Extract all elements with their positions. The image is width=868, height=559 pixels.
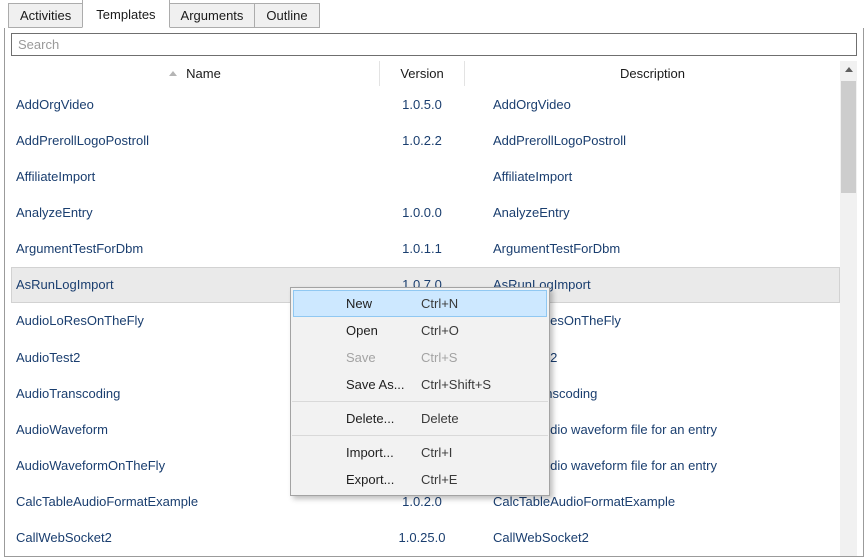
menu-item-label: Save [346,350,376,365]
cell-name: CalcTableAudioFormatExample [11,494,379,509]
cell-name: AddOrgVideo [11,97,379,112]
column-header-description-label: Description [620,66,685,81]
menu-item-export[interactable]: Export... Ctrl+E [293,466,547,493]
cell-version: 1.0.5.0 [379,97,465,112]
menu-item-label: Export... [346,472,394,487]
column-header-version[interactable]: Version [379,61,465,86]
tab-templates[interactable]: Templates [82,0,169,28]
cell-description: CallWebSocket2 [465,530,840,545]
tab-arguments[interactable]: Arguments [169,3,256,28]
cell-description: ArgumentTestForDbm [465,241,840,256]
column-header-name-label: Name [186,66,221,81]
menu-item-new[interactable]: New Ctrl+N [293,290,547,317]
column-header-name[interactable]: Name [11,61,379,86]
menu-separator [292,401,548,402]
cell-name: AnalyzeEntry [11,205,379,220]
cell-version: 1.0.25.0 [379,530,465,545]
grid-header: Name Version Description [11,61,840,86]
table-row[interactable]: AffiliateImport AffiliateImport [11,158,840,194]
cell-description: AnalyzeEntry [465,205,840,220]
column-header-description[interactable]: Description [465,61,840,86]
vertical-scrollbar[interactable] [840,61,857,556]
cell-version: 1.0.2.0 [379,494,465,509]
menu-item-shortcut: Ctrl+E [421,472,457,487]
menu-item-label: Open [346,323,378,338]
menu-separator [292,435,548,436]
context-menu: New Ctrl+N Open Ctrl+O Save Ctrl+S Save As... C… [290,287,550,496]
menu-item-label: Import... [346,445,394,460]
column-header-version-label: Version [400,66,443,81]
menu-item-shortcut: Ctrl+O [421,323,459,338]
cell-description: AddOrgVideo [465,97,840,112]
menu-item-shortcut: Ctrl+N [421,296,458,311]
cell-description: AffiliateImport [465,169,840,184]
menu-item-shortcut: Ctrl+Shift+S [421,377,491,392]
menu-item-save: Save Ctrl+S [293,344,547,371]
tab-activities[interactable]: Activities [8,3,83,28]
tab-bar: Activities Templates Arguments Outline [0,0,868,28]
table-row[interactable]: ArgumentTestForDbm1.0.1.1ArgumentTestFor… [11,231,840,267]
menu-item-shortcut: Delete [421,411,459,426]
cell-version: 1.0.1.1 [379,241,465,256]
cell-name: AffiliateImport [11,169,379,184]
menu-item-save-as[interactable]: Save As... Ctrl+Shift+S [293,371,547,398]
cell-description: AddPrerollLogoPostroll [465,133,840,148]
cell-name: AddPrerollLogoPostroll [11,133,379,148]
table-row[interactable]: AddPrerollLogoPostroll1.0.2.2AddPrerollL… [11,122,840,158]
table-row[interactable]: CallWebSocket21.0.25.0CallWebSocket2 [11,520,840,556]
menu-item-shortcut: Ctrl+I [421,445,452,460]
up-arrow-icon [845,67,853,72]
menu-item-label: Delete... [346,411,394,426]
cell-name: ArgumentTestForDbm [11,241,379,256]
sort-ascending-icon [169,71,177,76]
tab-outline[interactable]: Outline [254,3,319,28]
search-input[interactable] [11,33,857,56]
cell-version: 1.0.0.0 [379,205,465,220]
menu-item-import[interactable]: Import... Ctrl+I [293,439,547,466]
menu-item-open[interactable]: Open Ctrl+O [293,317,547,344]
table-row[interactable]: AnalyzeEntry1.0.0.0AnalyzeEntry [11,194,840,230]
cell-version: 1.0.2.2 [379,133,465,148]
cell-name: CallWebSocket2 [11,530,379,545]
scrollbar-up-button[interactable] [840,61,857,78]
menu-item-label: Save As... [346,377,405,392]
menu-item-shortcut: Ctrl+S [421,350,457,365]
scrollbar-thumb[interactable] [841,81,856,193]
menu-item-label: New [346,296,372,311]
cell-description: CalcTableAudioFormatExample [465,494,840,509]
menu-item-delete[interactable]: Delete... Delete [293,405,547,432]
table-row[interactable]: AddOrgVideo1.0.5.0AddOrgVideo [11,86,840,122]
